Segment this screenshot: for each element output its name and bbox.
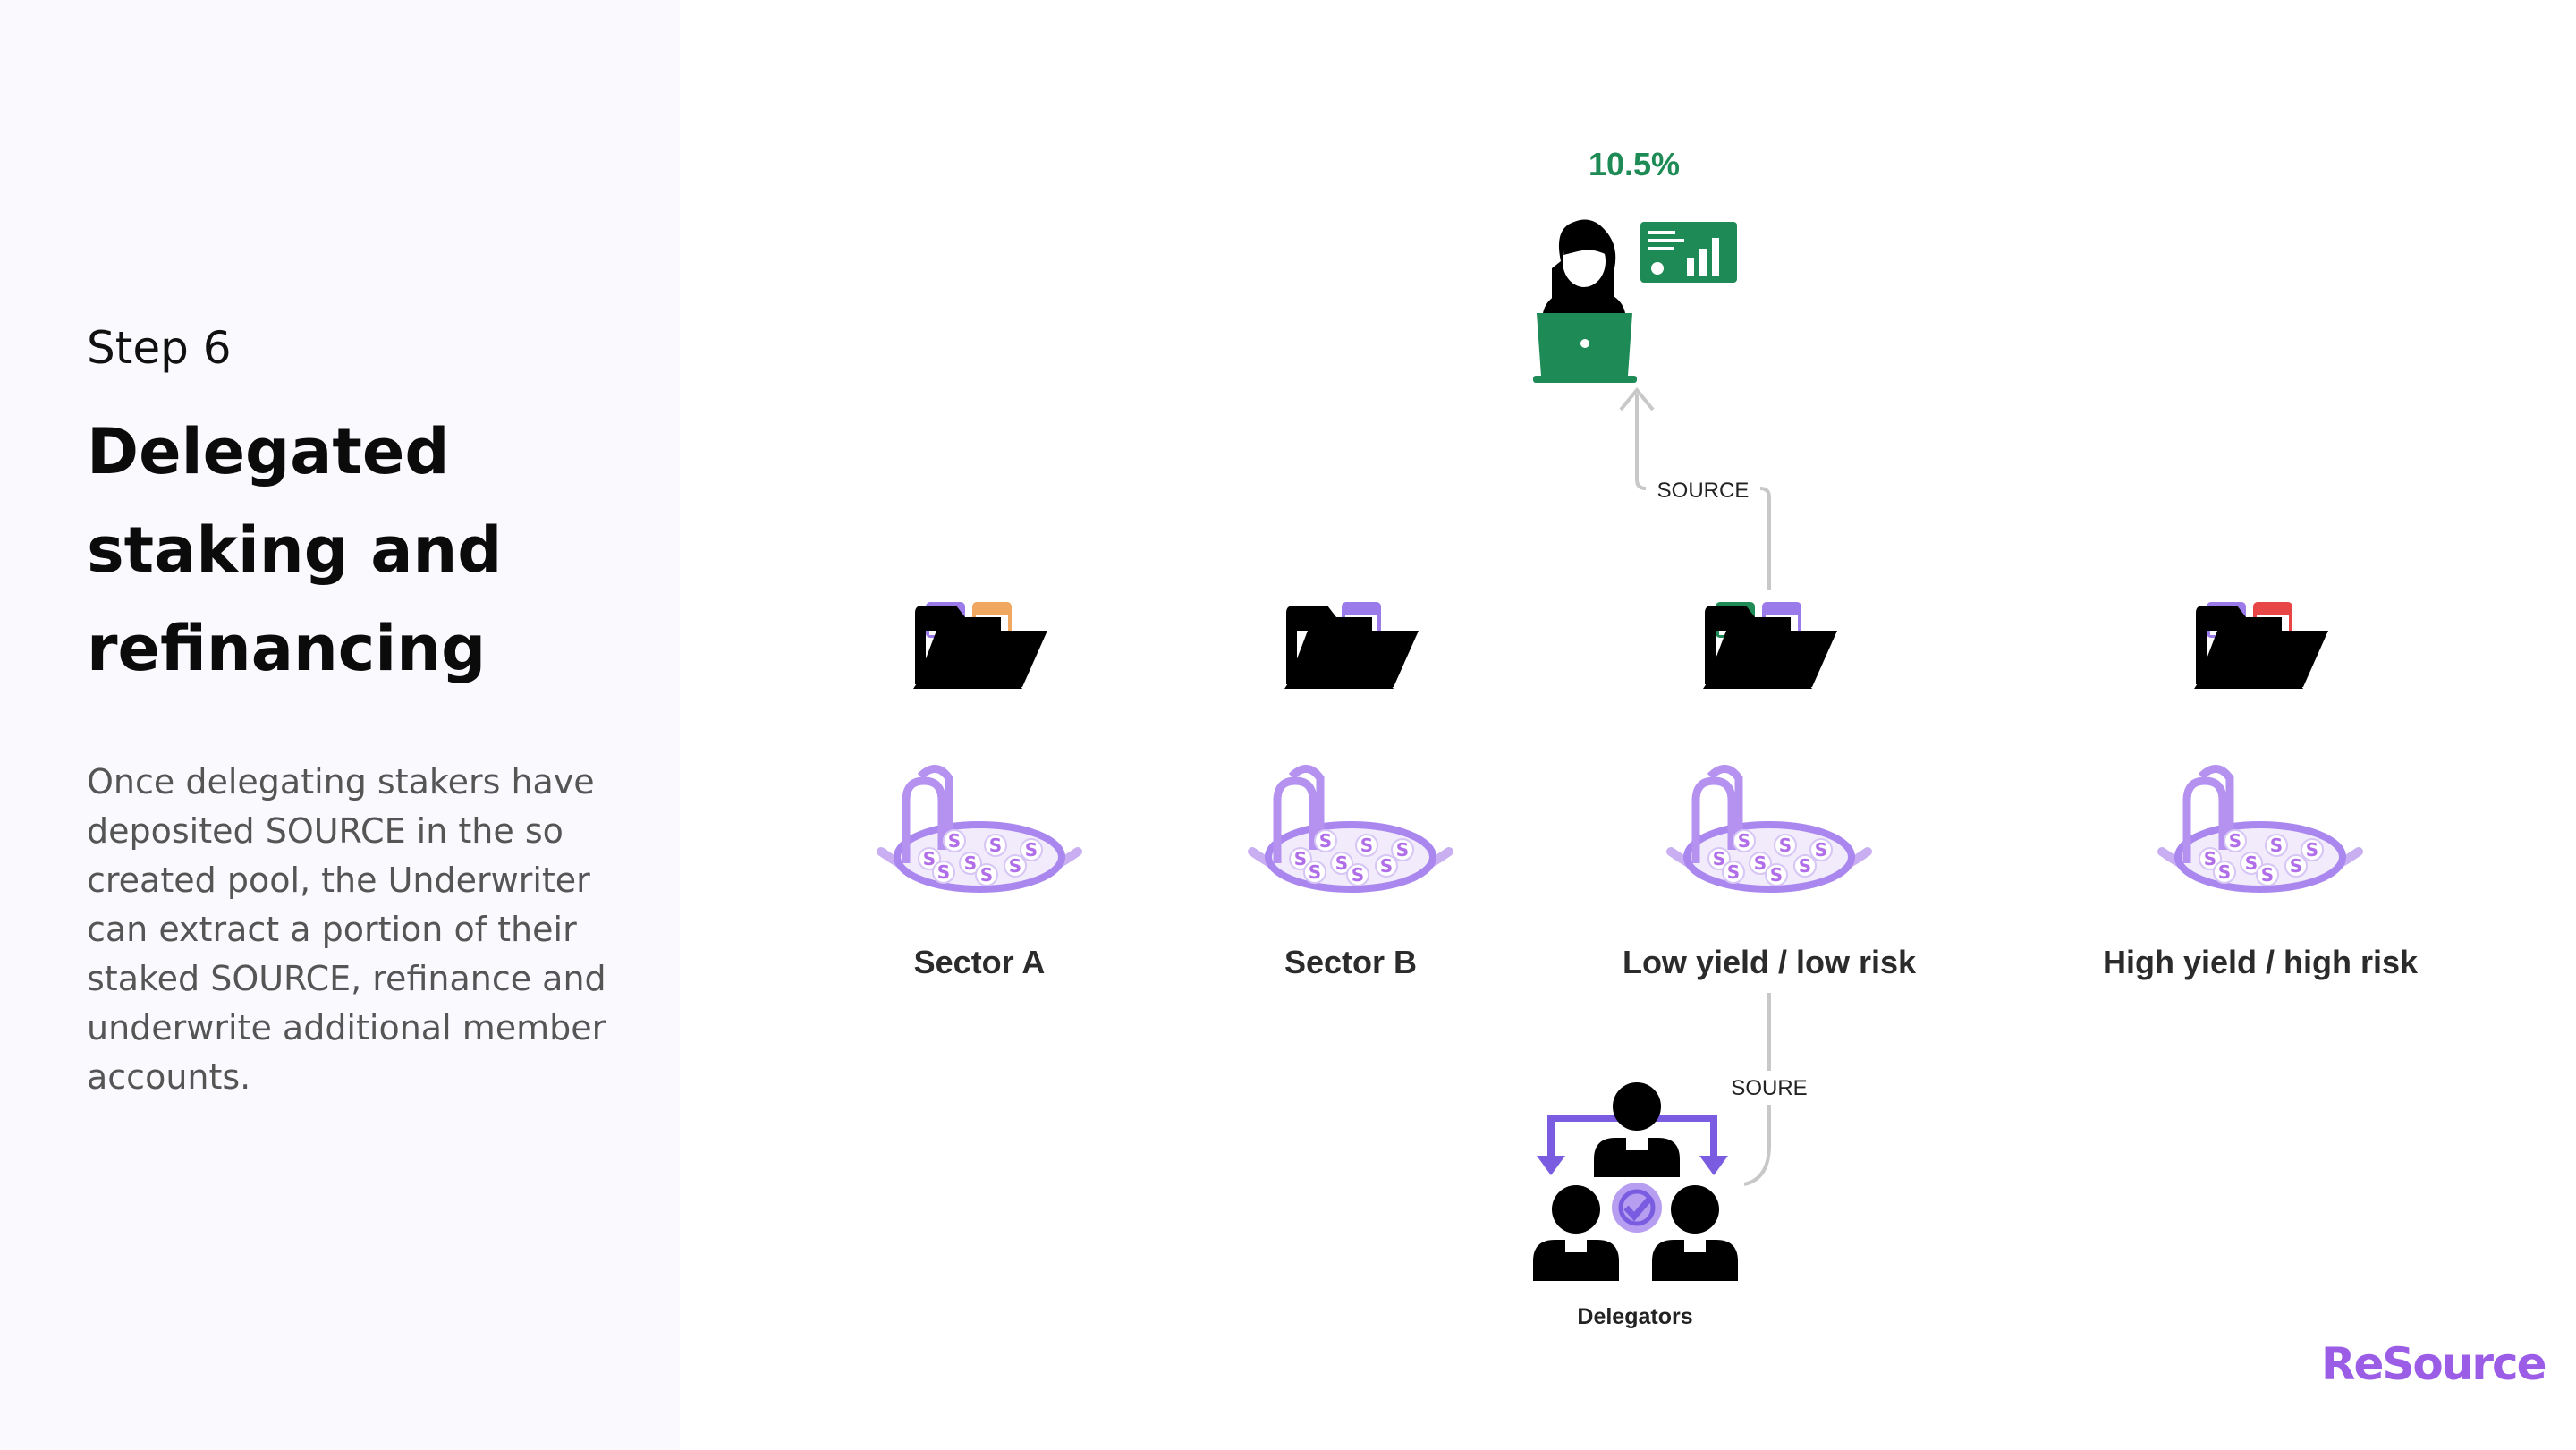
- svg-text:S: S: [2229, 830, 2241, 852]
- sector-label: High yield / high risk: [2103, 944, 2419, 980]
- folder-icon: [1284, 602, 1419, 689]
- svg-text:S: S: [964, 852, 977, 874]
- svg-text:S: S: [1352, 864, 1364, 886]
- group-of-people-icon: [1533, 1082, 1738, 1281]
- folder-icon: [1703, 602, 1837, 689]
- svg-text:S: S: [1025, 839, 1038, 861]
- coin-pool-icon: SSSSSSS S: [2157, 765, 2363, 893]
- svg-text:S: S: [1754, 852, 1767, 874]
- coin-pool-icon: SSSSSSS S: [1666, 765, 1872, 893]
- svg-text:S: S: [1009, 855, 1021, 877]
- svg-text:S: S: [980, 864, 993, 886]
- coin-pool-icon: SSSSSSS S: [1248, 765, 1453, 893]
- svg-text:S: S: [2245, 852, 2258, 874]
- dashboard-chart-icon: [1640, 222, 1737, 283]
- svg-text:S: S: [948, 830, 961, 852]
- svg-text:S: S: [1396, 839, 1409, 861]
- svg-text:S: S: [1815, 839, 1827, 861]
- sector-2: SSSSSSS S Sector B: [1248, 602, 1453, 980]
- sector-label: Low yield / low risk: [1623, 944, 1917, 980]
- svg-text:S: S: [1770, 864, 1783, 886]
- svg-text:S: S: [2290, 855, 2302, 877]
- top-flow-label: SOURCE: [1657, 479, 1750, 503]
- yield-label: 10.5%: [1589, 146, 1680, 182]
- svg-text:S: S: [2218, 861, 2231, 883]
- folder-icon: [913, 602, 1047, 689]
- coin-pool-icon: SSSSSSS S: [877, 765, 1082, 893]
- delegators-label: Delegators: [1577, 1304, 1692, 1329]
- svg-text:S: S: [989, 835, 1002, 856]
- svg-text:S: S: [1335, 852, 1348, 874]
- svg-text:S: S: [1738, 830, 1750, 852]
- svg-text:S: S: [937, 861, 950, 883]
- svg-text:S: S: [1319, 830, 1332, 852]
- svg-text:S: S: [1799, 855, 1811, 877]
- svg-text:S: S: [2270, 835, 2283, 856]
- sector-3: SSSSSSS S Low yield / low risk: [1623, 602, 1917, 980]
- flow-diagram: SOURCE SOURE 10.5% SSSSSSS SSector ASSSSS…: [877, 146, 2419, 1329]
- underwriter-icon: [1533, 219, 1637, 383]
- sectors: SSSSSSS SSector ASSSSSSS SSector BSSSSSSS S…: [877, 602, 2419, 980]
- svg-text:S: S: [1380, 855, 1393, 877]
- bottom-flow-label: SOURE: [1731, 1076, 1807, 1100]
- folder-icon: [2194, 602, 2328, 689]
- svg-text:S: S: [1360, 835, 1373, 856]
- svg-text:S: S: [1309, 861, 1321, 883]
- svg-text:S: S: [2261, 864, 2274, 886]
- sector-4: SSSSSSS S High yield / high risk: [2103, 602, 2419, 980]
- svg-text:S: S: [1727, 861, 1740, 883]
- svg-text:S: S: [1779, 835, 1792, 856]
- svg-text:S: S: [2306, 839, 2318, 861]
- sector-label: Sector B: [1284, 944, 1417, 980]
- sector-1: SSSSSSS S Sector A: [877, 602, 1082, 980]
- sector-label: Sector A: [914, 944, 1046, 980]
- resource-logo: ReSource: [2321, 1338, 2547, 1390]
